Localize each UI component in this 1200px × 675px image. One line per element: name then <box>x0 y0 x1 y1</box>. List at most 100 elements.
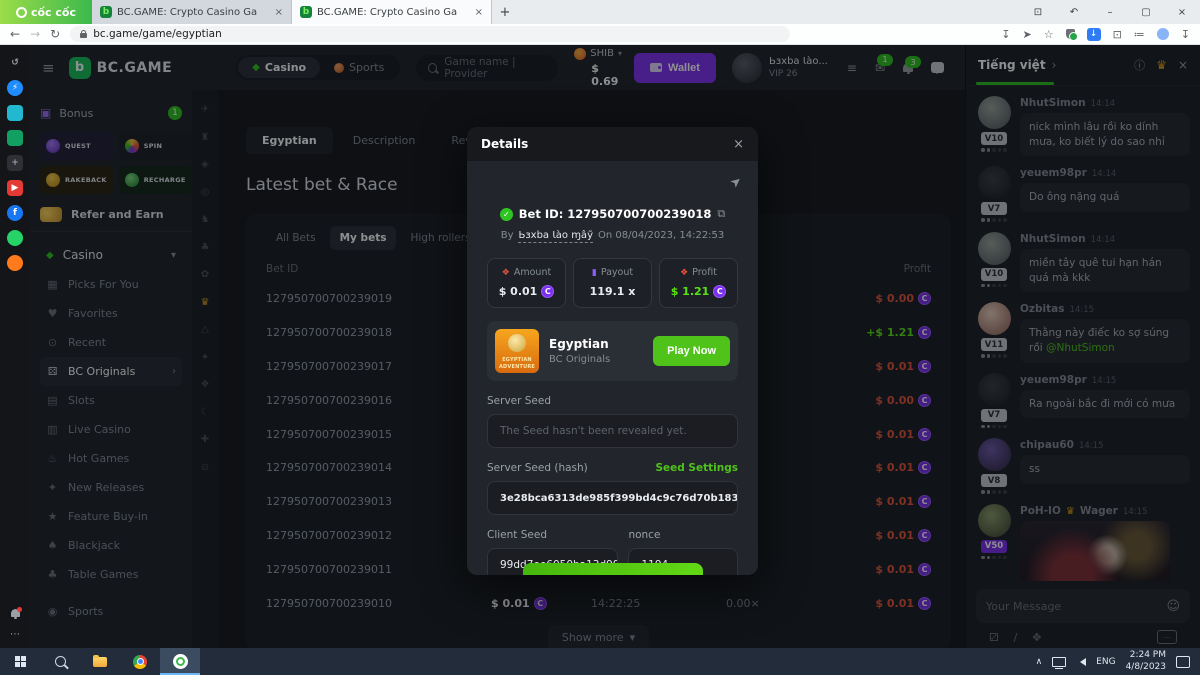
browser-tab-1[interactable]: BC.GAME: Crypto Casino Ga × <box>92 0 292 24</box>
more-icon[interactable]: ⋯ <box>10 629 20 640</box>
bet-stats: ❖Amount $ 0.01C ▮Payout 119.1 x ❖Profit … <box>487 258 738 308</box>
bet-id-text: Bet ID: 127950700700239018 <box>519 207 712 221</box>
network-icon[interactable] <box>1052 657 1066 667</box>
close-icon[interactable]: × <box>1164 7 1200 18</box>
modal-title: Details <box>481 137 528 151</box>
new-tab-button[interactable]: + <box>492 5 518 20</box>
hidden-icons-caret[interactable]: ∧ <box>1036 657 1043 667</box>
share-icon[interactable]: ➤ <box>728 173 746 192</box>
app-orange-icon[interactable] <box>7 255 23 271</box>
server-seed-hash-label: Server Seed (hash) <box>487 462 588 474</box>
tab-title: BC.GAME: Crypto Casino Ga <box>317 7 470 18</box>
tab-title: BC.GAME: Crypto Casino Ga <box>117 7 270 18</box>
address-bar-row: ← → ↻ bc.game/game/egyptian ↧ ➤ ☆ ↓ ⊡ ≔ … <box>0 24 1200 45</box>
copy-icon[interactable]: ⧉ <box>717 207 725 221</box>
by-label: By <box>501 230 514 243</box>
clock-time: 2:24 PM <box>1126 650 1166 662</box>
game-title: Egyptian <box>549 337 610 351</box>
window-controls: ⊡ ↶ – ▢ × <box>1020 0 1200 24</box>
chrome-icon <box>133 655 147 669</box>
verify-button[interactable]: Verify <box>523 563 703 575</box>
forward-icon[interactable]: → <box>30 27 40 41</box>
volume-icon[interactable] <box>1076 658 1086 666</box>
search-icon <box>55 656 66 667</box>
tab-close-icon[interactable]: × <box>275 7 283 18</box>
whatsapp-icon[interactable] <box>7 230 23 246</box>
share-icon[interactable]: ➤ <box>1022 28 1031 41</box>
windows-icon <box>15 656 26 667</box>
payout-icon: ▮ <box>592 268 597 278</box>
bcgame-favicon <box>100 6 112 18</box>
game-provider: BC Originals <box>549 354 610 365</box>
server-seed-field[interactable]: The Seed hasn't been revealed yet. <box>487 414 738 448</box>
coccoc-app-icons: ↺ ⚡ + ▶ f <box>7 55 23 271</box>
file-explorer[interactable] <box>80 648 120 675</box>
coccoc-crab-icon <box>16 7 27 18</box>
url-text: bc.game/game/egyptian <box>93 28 222 40</box>
game-card: EGYPTIAN ADVENTURE Egyptian BC Originals… <box>487 321 738 381</box>
messenger-icon[interactable]: ⚡ <box>7 80 23 96</box>
language-indicator[interactable]: ENG <box>1096 657 1115 667</box>
stat-profit: ❖Profit $ 1.21C <box>659 258 738 308</box>
search-tabs-icon[interactable]: ⊡ <box>1020 7 1056 18</box>
chrome-app[interactable] <box>120 648 160 675</box>
nonce-label: nonce <box>628 529 738 541</box>
server-seed-hash-field[interactable]: 3e28bca6313de985f399bd4c9c76d70b183160e9… <box>487 481 738 515</box>
back-icon[interactable]: ← <box>10 27 20 41</box>
clock-date: 4/8/2023 <box>1126 662 1166 674</box>
coccoc-sidebar: ↺ ⚡ + ▶ f ⋯ <box>0 45 30 648</box>
screen: cốc cốc BC.GAME: Crypto Casino Ga × BC.G… <box>0 0 1200 675</box>
facebook-icon[interactable]: f <box>7 205 23 221</box>
history-icon[interactable]: ↺ <box>7 55 23 71</box>
bcgame-favicon <box>300 6 312 18</box>
downloads-icon[interactable]: ↧ <box>1181 28 1190 41</box>
reopen-tab-icon[interactable]: ↶ <box>1056 7 1092 18</box>
thumbnail-caption: EGYPTIAN ADVENTURE <box>497 357 537 370</box>
bet-details-modal: Details × ➤ ✓ Bet ID: 127950700700239018… <box>467 127 758 575</box>
coccoc-logo[interactable]: cốc cốc <box>0 0 92 24</box>
bet-username-link[interactable]: Ьзxba Ɩào ɱâỹ <box>518 230 593 243</box>
egyptian-thumbnail[interactable]: EGYPTIAN ADVENTURE <box>495 329 539 373</box>
folder-icon <box>93 657 107 667</box>
taskbar-clock[interactable]: 2:24 PM 4/8/2023 <box>1126 650 1166 673</box>
download-manager-icon[interactable]: ↓ <box>1087 28 1101 41</box>
coin-icon: C <box>713 285 726 298</box>
youtube-icon[interactable]: ▶ <box>7 180 23 196</box>
tab-close-icon[interactable]: × <box>475 7 483 18</box>
reload-icon[interactable]: ↻ <box>50 27 60 41</box>
play-now-button[interactable]: Play Now <box>653 336 730 366</box>
bookmark-star-icon[interactable]: ☆ <box>1044 28 1054 41</box>
browser-actions: ↧ ➤ ☆ ↓ ⊡ ≔ ↧ <box>1001 28 1190 41</box>
amount-icon: ❖ <box>502 268 510 278</box>
reading-list-icon[interactable]: ≔ <box>1134 28 1145 41</box>
notifications-bell-icon[interactable] <box>11 609 20 617</box>
taskbar-search[interactable] <box>40 648 80 675</box>
address-bar[interactable]: bc.game/game/egyptian <box>70 26 790 42</box>
app-green-icon[interactable] <box>7 130 23 146</box>
coccoc-app[interactable] <box>160 648 200 675</box>
client-seed-label: Client Seed <box>487 529 618 541</box>
minimize-icon[interactable]: – <box>1092 7 1128 18</box>
bet-datetime: On 08/04/2023, 14:22:53 <box>598 230 724 243</box>
modal-header: Details × <box>467 127 758 161</box>
shield-icon[interactable] <box>1066 29 1075 39</box>
action-center-icon[interactable] <box>1176 656 1190 668</box>
start-button[interactable] <box>0 648 40 675</box>
add-app-icon[interactable]: + <box>7 155 23 171</box>
app-teal-icon[interactable] <box>7 105 23 121</box>
coin-icon: C <box>541 285 554 298</box>
modal-close-icon[interactable]: × <box>733 137 744 152</box>
coccoc-sidebar-bottom: ⋯ <box>10 609 20 640</box>
coccoc-icon <box>173 654 188 669</box>
maximize-icon[interactable]: ▢ <box>1128 7 1164 18</box>
seed-settings-link[interactable]: Seed Settings <box>655 462 738 474</box>
bcgame-app: ≡ BC.GAME ◆ Casino Sports Game name | Pr… <box>30 45 1200 648</box>
stat-payout: ▮Payout 119.1 x <box>573 258 652 308</box>
profile-icon[interactable] <box>1157 28 1169 40</box>
server-seed-label: Server Seed <box>487 395 738 407</box>
extensions-puzzle-icon[interactable]: ⊡ <box>1113 28 1122 41</box>
browser-tab-2[interactable]: BC.GAME: Crypto Casino Ga × <box>292 0 492 24</box>
windows-taskbar: ∧ ENG 2:24 PM 4/8/2023 <box>0 648 1200 675</box>
save-page-icon[interactable]: ↧ <box>1001 28 1010 41</box>
profit-icon: ❖ <box>680 268 688 278</box>
